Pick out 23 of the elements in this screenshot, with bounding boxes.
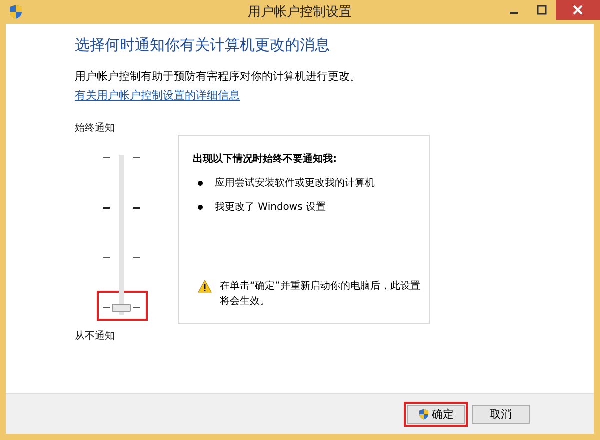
shield-icon	[8, 4, 24, 20]
slider-thumb[interactable]	[112, 304, 131, 312]
heading: 选择何时通知你有关计算机更改的消息	[75, 36, 331, 55]
ok-button[interactable]: 确定	[407, 404, 465, 424]
close-icon	[573, 5, 583, 15]
slider-top-label: 始终通知	[75, 122, 116, 135]
info-title: 出现以下情况时始终不要通知我:	[193, 152, 338, 166]
cancel-button[interactable]: 取消	[472, 404, 530, 424]
description: 用户帐户控制有助于预防有害程序对你的计算机进行更改。	[75, 69, 362, 84]
shield-icon	[418, 408, 430, 420]
help-link[interactable]: 有关用户帐户控制设置的详细信息	[75, 89, 240, 102]
info-item: 我更改了 Windows 设置	[215, 200, 326, 214]
window-title: 用户帐户控制设置	[247, 4, 353, 21]
slider-bottom-label: 从不通知	[75, 330, 116, 343]
warning-text: 在单击“确定”并重新启动你的电脑后，此设置将会生效。	[220, 280, 422, 308]
notification-slider[interactable]	[97, 153, 147, 319]
bullet-icon	[198, 204, 203, 210]
warning-icon	[198, 280, 212, 293]
minimize-icon	[510, 12, 518, 14]
maximize-icon	[537, 5, 547, 15]
bullet-icon	[198, 180, 203, 186]
close-button[interactable]	[556, 0, 600, 20]
info-item: 应用尝试安装软件或更改我的计算机	[215, 176, 375, 190]
